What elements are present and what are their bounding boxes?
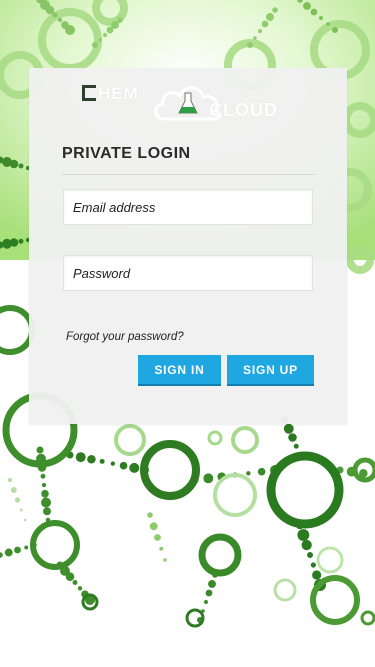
page-title: PRIVATE LOGIN (62, 145, 191, 162)
email-field[interactable] (63, 189, 313, 225)
chemcloud-logo: HEM CLOUD (29, 68, 347, 132)
title-divider (62, 174, 315, 175)
logo-c-bracket (82, 85, 96, 101)
forgot-password-link[interactable]: Forgot your password? (66, 331, 184, 343)
logo-text-left: HEM (98, 84, 139, 103)
sign-in-button[interactable]: SIGN IN (138, 355, 221, 386)
sign-up-button[interactable]: SIGN UP (227, 355, 314, 386)
logo-text-right: CLOUD (209, 100, 278, 120)
login-card: HEM CLOUD PRIVATE LOGIN Forgot your pass… (29, 68, 347, 424)
password-field[interactable] (63, 255, 313, 291)
